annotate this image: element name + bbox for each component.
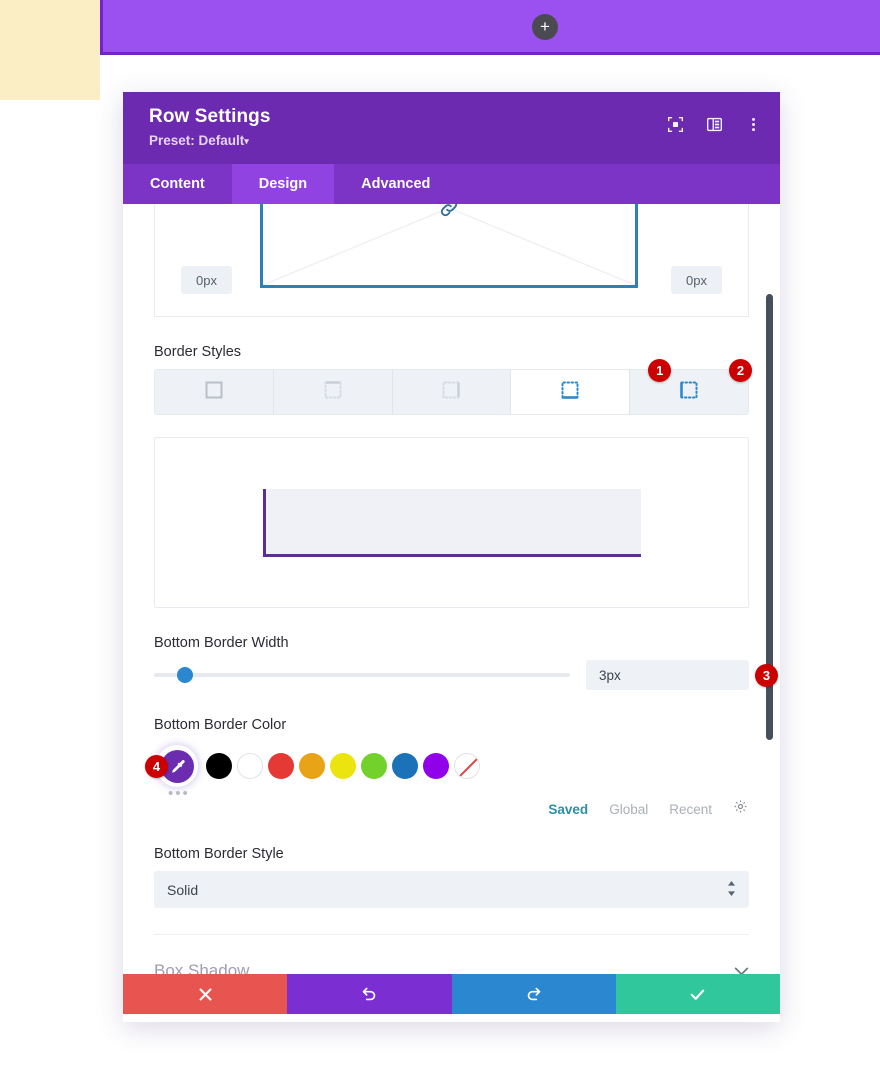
- modal-footer: [123, 974, 780, 1014]
- header-icon-group: [667, 116, 762, 133]
- page-section-strip: +: [100, 0, 880, 55]
- border-style-right[interactable]: [392, 370, 512, 414]
- redo-icon: [527, 987, 541, 1000]
- bottom-border-width-input[interactable]: 3px 3: [586, 660, 778, 690]
- tab-bar: Content Design Advanced: [123, 164, 780, 204]
- bottom-border-color-label: Bottom Border Color: [154, 717, 287, 733]
- eyedropper-icon: [171, 759, 185, 773]
- bottom-border-width-row: 3px 3: [154, 660, 778, 690]
- swatch-green[interactable]: [361, 753, 387, 779]
- color-tab-recent[interactable]: Recent: [669, 802, 712, 817]
- step-badge-2: 2: [728, 359, 752, 382]
- bottom-border-style-select[interactable]: Solid: [154, 871, 749, 908]
- preset-selector[interactable]: Preset: Default▾: [149, 133, 760, 148]
- settings-scroll-area: 0px 0px 0px 0px Border Styles: [123, 204, 780, 974]
- square-top-solid-icon: [323, 380, 343, 405]
- tab-design[interactable]: Design: [231, 164, 335, 204]
- square-bottom-solid-icon: [560, 380, 580, 405]
- settings-content: 0px 0px 0px 0px Border Styles: [123, 204, 780, 935]
- square-left-solid-icon: [679, 380, 699, 405]
- box-shadow-title: Box Shadow: [154, 961, 250, 974]
- page-root: + Row Settings Preset: Default▾ Content …: [0, 0, 880, 1084]
- swatch-blue[interactable]: [392, 753, 418, 779]
- border-radius-control: 0px 0px 0px 0px: [154, 204, 749, 317]
- swatch-yellow[interactable]: [330, 753, 356, 779]
- swatch-black[interactable]: [206, 753, 232, 779]
- save-button[interactable]: [615, 974, 780, 1014]
- bottom-border-width-label: Bottom Border Width: [154, 635, 289, 651]
- slider-thumb[interactable]: [177, 667, 194, 683]
- layout-columns-icon[interactable]: [706, 116, 723, 133]
- chevron-down-icon: ▾: [244, 136, 249, 146]
- border-styles-label: Border Styles: [154, 344, 242, 360]
- border-style-bottom[interactable]: 1: [511, 359, 672, 414]
- select-arrows-icon: [727, 880, 736, 899]
- more-colors-dots[interactable]: •••: [168, 785, 190, 802]
- row-settings-modal: Row Settings Preset: Default▾ Content De…: [123, 92, 780, 1022]
- close-x-icon: [199, 987, 212, 1001]
- preset-label: Preset: Default: [149, 133, 245, 148]
- link-icon[interactable]: [438, 204, 460, 219]
- bottom-border-style-value: Solid: [167, 881, 199, 898]
- scrollbar-track[interactable]: [766, 204, 777, 974]
- modal-header: Row Settings Preset: Default▾: [123, 92, 780, 164]
- border-radius-preview: [260, 204, 638, 288]
- checkmark-icon: [691, 989, 705, 1000]
- square-solid-icon: [204, 380, 224, 405]
- color-swatch-row: 4 •••: [145, 743, 749, 802]
- radius-bottom-left-input[interactable]: 0px: [181, 266, 232, 294]
- border-style-top[interactable]: [273, 370, 393, 414]
- eyedropper-swatch-wrap: 4 •••: [145, 743, 200, 802]
- swatch-none[interactable]: [454, 753, 480, 779]
- border-styles-selector: 1 2: [154, 359, 752, 415]
- chevron-down-icon[interactable]: [734, 963, 749, 974]
- border-preview-box: [262, 488, 641, 557]
- gear-icon[interactable]: [733, 799, 748, 819]
- page-left-block: [0, 0, 100, 100]
- more-vertical-icon[interactable]: [745, 116, 762, 133]
- border-preview-panel: [154, 437, 749, 608]
- color-source-tabs: Saved Global Recent: [154, 799, 749, 819]
- swatch-purple[interactable]: [423, 753, 449, 779]
- color-tab-saved[interactable]: Saved: [548, 802, 588, 817]
- bottom-border-width-value: 3px: [599, 667, 621, 683]
- undo-icon: [362, 987, 376, 1000]
- tab-advanced[interactable]: Advanced: [334, 164, 457, 204]
- border-style-all-sides[interactable]: [155, 370, 274, 414]
- step-badge-3: 3: [755, 664, 778, 687]
- tab-content[interactable]: Content: [123, 164, 232, 204]
- undo-button[interactable]: [287, 974, 452, 1014]
- swatch-white[interactable]: [237, 753, 263, 779]
- add-row-button[interactable]: +: [532, 14, 558, 40]
- square-right-solid-icon: [441, 380, 461, 405]
- swatch-orange[interactable]: [299, 753, 325, 779]
- cancel-button[interactable]: [123, 974, 288, 1014]
- focus-brackets-icon[interactable]: [667, 116, 684, 133]
- step-badge-4: 4: [145, 755, 168, 778]
- border-style-left[interactable]: 2: [630, 359, 752, 414]
- box-shadow-section[interactable]: Box Shadow: [123, 935, 780, 974]
- redo-button[interactable]: [451, 974, 616, 1014]
- bottom-border-style-label: Bottom Border Style: [154, 846, 284, 862]
- bottom-border-width-slider[interactable]: [154, 667, 570, 683]
- swatch-red[interactable]: [268, 753, 294, 779]
- radius-bottom-right-input[interactable]: 0px: [671, 266, 722, 294]
- color-tab-global[interactable]: Global: [609, 802, 648, 817]
